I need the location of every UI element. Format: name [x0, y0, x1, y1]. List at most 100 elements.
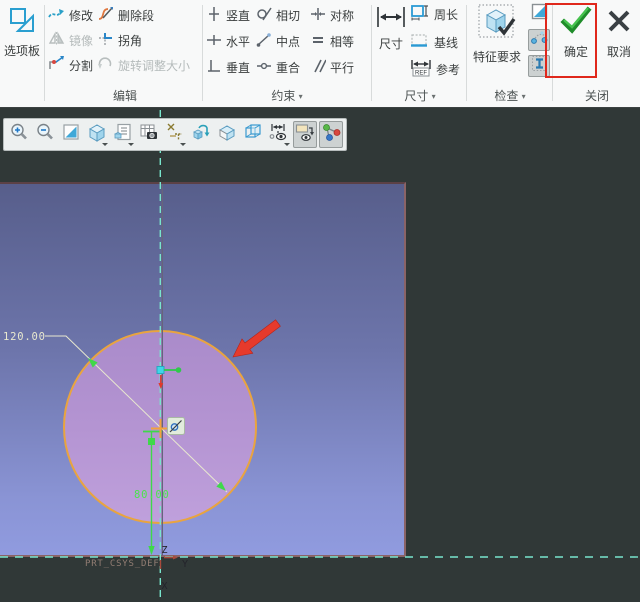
zoom-out-icon — [35, 122, 55, 147]
palette-button[interactable]: 选项板 — [1, 5, 43, 59]
group-inspect: 特征要求 检查 ▾ — [468, 0, 552, 108]
parallel-constraint-icon — [310, 58, 327, 77]
screen-capture-button[interactable] — [137, 121, 161, 148]
group-palette: 选项板 — [0, 0, 44, 108]
datum-display-button[interactable] — [163, 121, 187, 148]
palette-label: 选项板 — [3, 44, 40, 58]
dimension-arrowhead — [148, 546, 155, 555]
constraint-tangent-button[interactable]: 相切 — [256, 4, 300, 26]
close-icon — [605, 6, 633, 39]
ribbon-separator — [371, 5, 372, 101]
modify-icon — [48, 6, 65, 24]
display-style-icon — [217, 122, 237, 147]
diameter-dimension-value[interactable]: 120.00 — [3, 331, 46, 343]
check-icon — [560, 6, 592, 39]
reorient-icon — [191, 122, 211, 147]
mirror-icon — [48, 31, 65, 49]
sketch-display-toggle-button[interactable] — [293, 121, 317, 148]
baseline-button[interactable]: 基线 — [410, 31, 458, 53]
delete-segment-button[interactable]: 删除段 — [97, 4, 154, 26]
graphics-toolbar — [3, 118, 347, 151]
highlight-open-ends-button[interactable] — [528, 29, 550, 51]
vertical-constraint-icon — [206, 6, 222, 25]
constraint-symmetric-button[interactable]: 对称 — [310, 4, 354, 26]
sketch-view-icon — [320, 122, 342, 147]
view-list-button[interactable] — [111, 121, 135, 148]
zoom-in-button[interactable] — [7, 121, 31, 148]
rotate-resize-icon — [97, 56, 114, 74]
ribbon-separator — [552, 5, 553, 101]
display-style-button[interactable] — [215, 121, 239, 148]
ok-button[interactable]: 确定 — [556, 6, 596, 60]
dimension-button[interactable]: 尺寸 — [374, 6, 408, 52]
feature-requirements-icon — [477, 3, 517, 44]
distance-dimension-value[interactable]: 80.00 — [134, 489, 170, 501]
svg-text:REF: REF — [415, 70, 427, 76]
perspective-icon — [243, 122, 263, 147]
saved-views-button[interactable] — [85, 121, 109, 148]
dimension-drag-handle[interactable] — [148, 438, 155, 445]
horizontal-constraint-icon — [206, 32, 222, 51]
equal-constraint-icon — [310, 32, 326, 51]
zoom-out-button[interactable] — [33, 121, 57, 148]
highlight-open-ends-icon — [530, 29, 548, 51]
dimension-group-label[interactable]: 尺寸 ▾ — [374, 87, 466, 104]
constraint-parallel-button[interactable]: 平行 — [310, 56, 354, 78]
reference-dimension-icon: REF — [410, 59, 432, 80]
tangent-constraint-icon — [256, 6, 272, 25]
reorient-button[interactable] — [189, 121, 213, 148]
datum-display-icon — [165, 122, 185, 147]
diameter-dimension-leader — [45, 335, 228, 493]
ribbon-separator — [202, 5, 203, 101]
annotation-display-button[interactable] — [267, 121, 291, 148]
constraint-vertical-button[interactable]: 竖直 — [206, 4, 250, 26]
shade-closed-loops-button[interactable] — [528, 3, 550, 25]
constraint-coincident-button[interactable]: 重合 — [256, 56, 300, 78]
ribbon-separator — [466, 5, 467, 101]
divide-button[interactable]: 分割 — [48, 54, 93, 76]
cancel-button[interactable]: 取消 — [600, 6, 638, 60]
midpoint-constraint-icon — [256, 32, 272, 51]
constraint-perpendicular-button[interactable]: 垂直 — [206, 56, 250, 78]
chevron-down-icon: ▾ — [431, 92, 436, 101]
constraint-midpoint-button[interactable]: 中点 — [256, 30, 300, 52]
close-group-label: 关闭 — [584, 89, 609, 103]
group-dimension: 尺寸 周长 基线 REF 参考 尺寸 ▾ — [374, 0, 466, 108]
sketch-annotations: 120.00 80.00 Z Y X PRT_CSYS_DEF — [0, 110, 640, 598]
csys-marker[interactable]: Z Y X — [159, 545, 189, 592]
pointer-arrow-annotation — [232, 319, 281, 358]
refit-button[interactable] — [59, 121, 83, 148]
view-list-icon — [113, 122, 133, 147]
sketch-view-toggle-button[interactable] — [319, 121, 343, 148]
sketch-display-icon — [294, 122, 316, 147]
reference-dimension-button[interactable]: REF 参考 — [410, 58, 460, 80]
axis-y-label: Y — [182, 559, 189, 570]
corner-button[interactable]: 拐角 — [97, 29, 142, 51]
ribbon: 选项板 修改 删除段 镜像 拐角 分割 旋转调整大小 编辑 竖直 相切 对称 水… — [0, 0, 640, 108]
perimeter-button[interactable]: 周长 — [410, 3, 458, 25]
feature-requirements-button[interactable]: 特征要求 — [468, 3, 526, 65]
saved-views-icon — [87, 122, 107, 147]
perspective-button[interactable] — [241, 121, 265, 148]
constraints-group-label[interactable]: 约束 ▾ — [204, 87, 370, 104]
mirror-button: 镜像 — [48, 29, 93, 51]
edit-group-label: 编辑 — [112, 89, 137, 103]
corner-icon — [97, 31, 114, 49]
graphics-area: 120.00 80.00 Z Y X PRT_CSYS_DEF — [0, 108, 640, 602]
baseline-icon — [410, 33, 430, 52]
symmetric-constraint-icon — [310, 6, 326, 25]
constraint-equal-button[interactable]: 相等 — [310, 30, 354, 52]
annotation-display-icon — [268, 122, 290, 147]
modify-button[interactable]: 修改 — [48, 4, 93, 26]
shade-closed-loops-icon — [531, 3, 548, 25]
rotate-resize-button: 旋转调整大小 — [97, 54, 190, 76]
inspect-group-label[interactable]: 检查 ▾ — [468, 87, 552, 104]
divide-icon — [48, 56, 65, 74]
constraint-horizontal-button[interactable]: 水平 — [206, 30, 250, 52]
origin-marker[interactable] — [156, 366, 182, 390]
overlapping-geometry-button[interactable] — [528, 55, 550, 77]
dimension-icon — [376, 6, 406, 31]
ribbon-separator — [44, 5, 45, 101]
modify-handle-chip[interactable] — [167, 417, 185, 435]
csys-name-label[interactable]: PRT_CSYS_DEF — [85, 559, 160, 569]
